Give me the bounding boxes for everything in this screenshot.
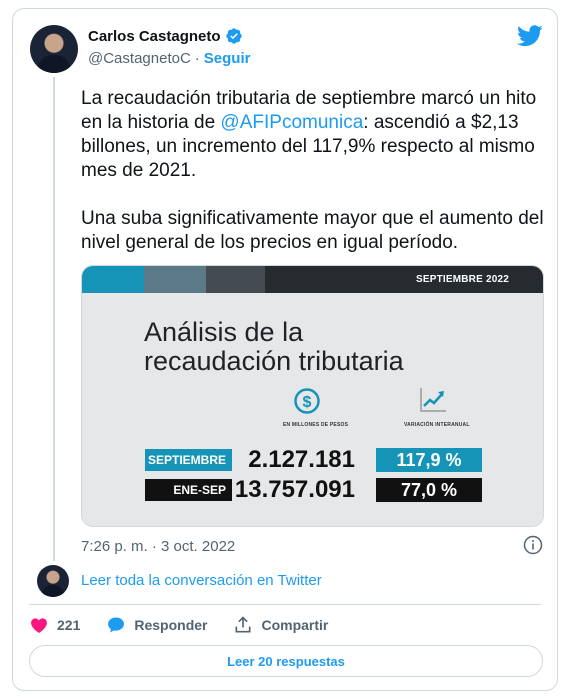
author-avatar[interactable] (30, 25, 78, 73)
amount-column-label: EN MILLONES DE PESOS (283, 422, 349, 428)
tweet-text: La recaudación tributaria de septiembre … (81, 87, 551, 255)
date-label: SEPTIEMBRE 2022 (265, 266, 543, 293)
verified-badge-icon (225, 28, 242, 44)
variation-column-label: VARIACIÓN INTERANUAL (404, 422, 470, 428)
row-amount-ene-sep: 13.757.091 (234, 476, 355, 503)
dollar-coin-icon: $ (294, 388, 320, 414)
separator-dot: · (194, 50, 200, 67)
tweet-image[interactable]: SEPTIEMBRE 2022 Análisis de la recaudaci… (81, 265, 544, 527)
header-stripe-2 (144, 266, 206, 293)
tweet-timestamp[interactable]: 7:26 p. m. · 3 oct. 2022 (81, 538, 235, 555)
row-variation-septiembre: 117,9 % (376, 448, 482, 472)
growth-chart-icon (420, 388, 446, 412)
mention-link[interactable]: @AFIPcomunica (220, 112, 363, 133)
author-avatar-small[interactable] (37, 565, 69, 597)
author-handle-row: @CastagnetoC · Seguir (88, 50, 250, 67)
media-title-line1: Análisis de la (144, 317, 304, 347)
author-handle[interactable]: @CastagnetoC (88, 50, 191, 67)
follow-button[interactable]: Seguir (204, 50, 251, 67)
share-button[interactable]: Compartir (233, 615, 328, 635)
row-variation-ene-sep: 77,0 % (376, 478, 482, 502)
tweet-card: Carlos Castagneto @CastagnetoC · Seguir … (12, 8, 558, 691)
tweet-paragraph-1: La recaudación tributaria de septiembre … (81, 87, 551, 183)
share-label: Compartir (261, 617, 329, 633)
header-stripe-3 (206, 266, 267, 293)
action-bar: 221 Responder Compartir (29, 613, 354, 637)
heart-icon (31, 618, 47, 633)
share-upload-icon (235, 616, 251, 633)
tweet-paragraph-2: Una suba significativamente mayor que el… (81, 208, 544, 253)
like-button[interactable]: 221 (29, 615, 80, 635)
author-name-row: Carlos Castagneto (88, 27, 243, 45)
header-stripe-1 (82, 266, 144, 293)
reply-button[interactable]: Responder (106, 615, 207, 635)
like-count: 221 (57, 617, 81, 633)
svg-text:$: $ (303, 394, 312, 411)
read-replies-button[interactable]: Leer 20 respuestas (29, 645, 543, 677)
reply-bubble-icon (108, 617, 125, 633)
thread-line (53, 77, 55, 561)
info-icon[interactable] (523, 535, 543, 555)
reply-label: Responder (134, 617, 208, 633)
row-amount-septiembre: 2.127.181 (248, 446, 355, 473)
media-title: Análisis de la recaudación tributaria (144, 318, 404, 376)
read-conversation-link[interactable]: Leer toda la conversación en Twitter (81, 572, 322, 589)
author-name[interactable]: Carlos Castagneto (88, 28, 221, 45)
twitter-bird-icon[interactable] (517, 25, 543, 47)
media-title-line2: recaudación tributaria (144, 346, 404, 376)
divider (29, 604, 541, 605)
